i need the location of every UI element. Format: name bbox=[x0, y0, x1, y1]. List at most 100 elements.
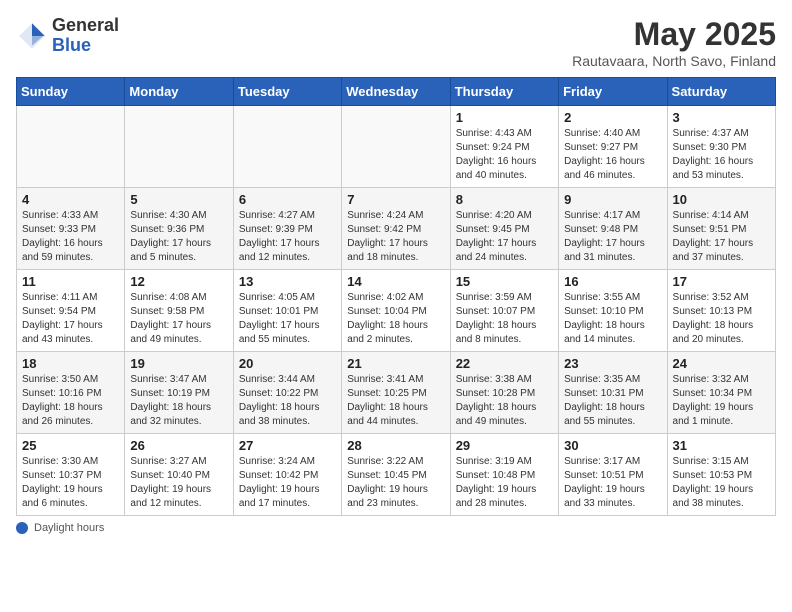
title-block: May 2025 Rautavaara, North Savo, Finland bbox=[572, 16, 776, 69]
day-number: 21 bbox=[347, 356, 444, 371]
day-info: Sunrise: 4:11 AM Sunset: 9:54 PM Dayligh… bbox=[22, 291, 119, 347]
day-info: Sunrise: 4:24 AM Sunset: 9:42 PM Dayligh… bbox=[347, 209, 444, 265]
month-title: May 2025 bbox=[572, 16, 776, 53]
calendar-week-row: 18 Sunrise: 3:50 AM Sunset: 10:16 PM Dayl… bbox=[17, 352, 776, 434]
day-info: Sunrise: 4:05 AM Sunset: 10:01 PM Daylig… bbox=[239, 291, 336, 347]
calendar-cell: 23 Sunrise: 3:35 AM Sunset: 10:31 PM Dayl… bbox=[559, 352, 667, 434]
day-info: Sunrise: 4:02 AM Sunset: 10:04 PM Daylig… bbox=[347, 291, 444, 347]
logo-general: General bbox=[52, 15, 119, 35]
day-number: 10 bbox=[673, 192, 770, 207]
day-number: 8 bbox=[456, 192, 553, 207]
day-info: Sunrise: 3:30 AM Sunset: 10:37 PM Daylig… bbox=[22, 455, 119, 511]
calendar-header-row: SundayMondayTuesdayWednesdayThursdayFrid… bbox=[17, 78, 776, 106]
day-number: 28 bbox=[347, 438, 444, 453]
day-number: 29 bbox=[456, 438, 553, 453]
day-number: 20 bbox=[239, 356, 336, 371]
calendar-cell: 3Sunrise: 4:37 AM Sunset: 9:30 PM Daylig… bbox=[667, 106, 775, 188]
calendar-cell: 12Sunrise: 4:08 AM Sunset: 9:58 PM Dayli… bbox=[125, 270, 233, 352]
calendar-cell: 29 Sunrise: 3:19 AM Sunset: 10:48 PM Dayl… bbox=[450, 434, 558, 516]
calendar-week-row: 4 Sunrise: 4:33 AM Sunset: 9:33 PM Daylig… bbox=[17, 188, 776, 270]
footer-label: Daylight hours bbox=[34, 522, 104, 534]
calendar-cell bbox=[342, 106, 450, 188]
day-number: 18 bbox=[22, 356, 119, 371]
day-number: 17 bbox=[673, 274, 770, 289]
calendar-cell: 2 Sunrise: 4:40 AM Sunset: 9:27 PM Daylig… bbox=[559, 106, 667, 188]
day-number: 4 bbox=[22, 192, 119, 207]
weekday-header: Monday bbox=[125, 78, 233, 106]
day-info: Sunrise: 3:55 AM Sunset: 10:10 PM Daylig… bbox=[564, 291, 661, 347]
day-info: Sunrise: 3:15 AM Sunset: 10:53 PM Daylig… bbox=[673, 455, 770, 511]
day-number: 24 bbox=[673, 356, 770, 371]
day-number: 23 bbox=[564, 356, 661, 371]
calendar-cell: 7 Sunrise: 4:24 AM Sunset: 9:42 PM Daylig… bbox=[342, 188, 450, 270]
subtitle: Rautavaara, North Savo, Finland bbox=[572, 53, 776, 69]
calendar-cell: 16Sunrise: 3:55 AM Sunset: 10:10 PM Dayl… bbox=[559, 270, 667, 352]
day-info: Sunrise: 4:37 AM Sunset: 9:30 PM Dayligh… bbox=[673, 127, 770, 183]
day-number: 9 bbox=[564, 192, 661, 207]
day-info: Sunrise: 3:50 AM Sunset: 10:16 PM Daylig… bbox=[22, 373, 119, 429]
calendar-cell bbox=[17, 106, 125, 188]
calendar-cell: 9 Sunrise: 4:17 AM Sunset: 9:48 PM Daylig… bbox=[559, 188, 667, 270]
day-info: Sunrise: 4:30 AM Sunset: 9:36 PM Dayligh… bbox=[130, 209, 227, 265]
calendar-cell: 17 Sunrise: 3:52 AM Sunset: 10:13 PM Dayl… bbox=[667, 270, 775, 352]
weekday-header: Friday bbox=[559, 78, 667, 106]
calendar-cell: 25Sunrise: 3:30 AM Sunset: 10:37 PM Dayl… bbox=[17, 434, 125, 516]
logo-text: General Blue bbox=[52, 16, 119, 56]
logo-icon bbox=[16, 20, 48, 52]
weekday-header: Sunday bbox=[17, 78, 125, 106]
day-info: Sunrise: 4:17 AM Sunset: 9:48 PM Dayligh… bbox=[564, 209, 661, 265]
calendar-cell: 26 Sunrise: 3:27 AM Sunset: 10:40 PM Dayl… bbox=[125, 434, 233, 516]
calendar-cell: 8Sunrise: 4:20 AM Sunset: 9:45 PM Daylig… bbox=[450, 188, 558, 270]
calendar-cell: 31Sunrise: 3:15 AM Sunset: 10:53 PM Dayl… bbox=[667, 434, 775, 516]
calendar-cell: 20Sunrise: 3:44 AM Sunset: 10:22 PM Dayl… bbox=[233, 352, 341, 434]
day-number: 11 bbox=[22, 274, 119, 289]
day-info: Sunrise: 4:33 AM Sunset: 9:33 PM Dayligh… bbox=[22, 209, 119, 265]
day-number: 14 bbox=[347, 274, 444, 289]
day-number: 30 bbox=[564, 438, 661, 453]
weekday-header: Saturday bbox=[667, 78, 775, 106]
day-info: Sunrise: 4:43 AM Sunset: 9:24 PM Dayligh… bbox=[456, 127, 553, 183]
calendar-cell: 1 Sunrise: 4:43 AM Sunset: 9:24 PM Daylig… bbox=[450, 106, 558, 188]
calendar-week-row: 1 Sunrise: 4:43 AM Sunset: 9:24 PM Daylig… bbox=[17, 106, 776, 188]
day-number: 1 bbox=[456, 110, 553, 125]
calendar-cell: 24 Sunrise: 3:32 AM Sunset: 10:34 PM Dayl… bbox=[667, 352, 775, 434]
calendar-cell: 21Sunrise: 3:41 AM Sunset: 10:25 PM Dayl… bbox=[342, 352, 450, 434]
calendar-cell: 19 Sunrise: 3:47 AM Sunset: 10:19 PM Dayl… bbox=[125, 352, 233, 434]
day-number: 22 bbox=[456, 356, 553, 371]
logo-blue: Blue bbox=[52, 35, 91, 55]
day-info: Sunrise: 3:19 AM Sunset: 10:48 PM Daylig… bbox=[456, 455, 553, 511]
day-info: Sunrise: 3:32 AM Sunset: 10:34 PM Daylig… bbox=[673, 373, 770, 429]
day-number: 7 bbox=[347, 192, 444, 207]
calendar-cell: 14 Sunrise: 4:02 AM Sunset: 10:04 PM Dayl… bbox=[342, 270, 450, 352]
day-info: Sunrise: 3:22 AM Sunset: 10:45 PM Daylig… bbox=[347, 455, 444, 511]
calendar-footer: Daylight hours bbox=[16, 522, 776, 534]
day-info: Sunrise: 4:14 AM Sunset: 9:51 PM Dayligh… bbox=[673, 209, 770, 265]
calendar-cell: 4 Sunrise: 4:33 AM Sunset: 9:33 PM Daylig… bbox=[17, 188, 125, 270]
day-number: 26 bbox=[130, 438, 227, 453]
day-info: Sunrise: 3:27 AM Sunset: 10:40 PM Daylig… bbox=[130, 455, 227, 511]
calendar-table: SundayMondayTuesdayWednesdayThursdayFrid… bbox=[16, 77, 776, 516]
calendar-cell: 6 Sunrise: 4:27 AM Sunset: 9:39 PM Daylig… bbox=[233, 188, 341, 270]
calendar-cell: 18 Sunrise: 3:50 AM Sunset: 10:16 PM Dayl… bbox=[17, 352, 125, 434]
day-number: 27 bbox=[239, 438, 336, 453]
day-number: 2 bbox=[564, 110, 661, 125]
day-info: Sunrise: 4:08 AM Sunset: 9:58 PM Dayligh… bbox=[130, 291, 227, 347]
day-info: Sunrise: 3:47 AM Sunset: 10:19 PM Daylig… bbox=[130, 373, 227, 429]
day-info: Sunrise: 3:38 AM Sunset: 10:28 PM Daylig… bbox=[456, 373, 553, 429]
day-number: 19 bbox=[130, 356, 227, 371]
day-info: Sunrise: 3:52 AM Sunset: 10:13 PM Daylig… bbox=[673, 291, 770, 347]
day-info: Sunrise: 3:59 AM Sunset: 10:07 PM Daylig… bbox=[456, 291, 553, 347]
day-number: 15 bbox=[456, 274, 553, 289]
calendar-cell: 13 Sunrise: 4:05 AM Sunset: 10:01 PM Dayl… bbox=[233, 270, 341, 352]
calendar-cell bbox=[125, 106, 233, 188]
day-info: Sunrise: 4:27 AM Sunset: 9:39 PM Dayligh… bbox=[239, 209, 336, 265]
calendar-week-row: 25Sunrise: 3:30 AM Sunset: 10:37 PM Dayl… bbox=[17, 434, 776, 516]
day-info: Sunrise: 3:35 AM Sunset: 10:31 PM Daylig… bbox=[564, 373, 661, 429]
day-info: Sunrise: 4:40 AM Sunset: 9:27 PM Dayligh… bbox=[564, 127, 661, 183]
calendar-cell: 11 Sunrise: 4:11 AM Sunset: 9:54 PM Dayli… bbox=[17, 270, 125, 352]
calendar-cell: 28 Sunrise: 3:22 AM Sunset: 10:45 PM Dayl… bbox=[342, 434, 450, 516]
day-number: 6 bbox=[239, 192, 336, 207]
weekday-header: Wednesday bbox=[342, 78, 450, 106]
calendar-cell: 5Sunrise: 4:30 AM Sunset: 9:36 PM Daylig… bbox=[125, 188, 233, 270]
day-number: 13 bbox=[239, 274, 336, 289]
